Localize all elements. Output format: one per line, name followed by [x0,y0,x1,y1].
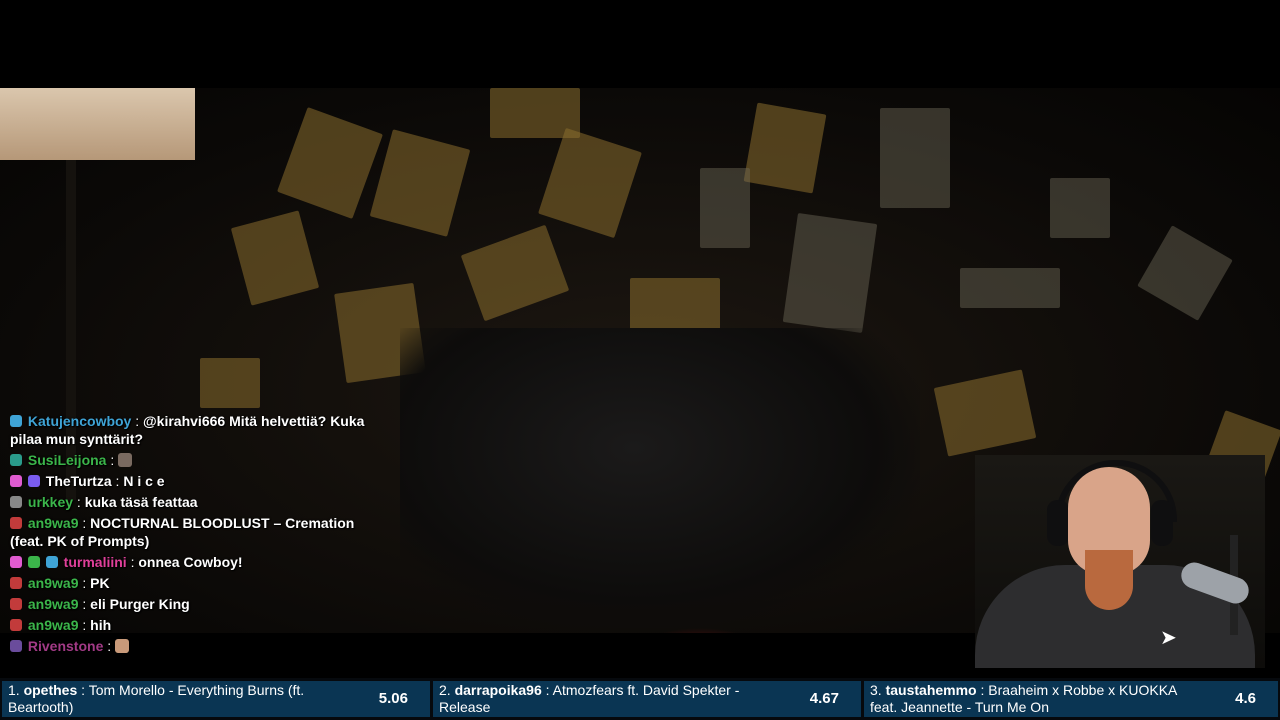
video-detail [640,628,760,633]
chat-message: TheTurtza : N i c e [0,472,380,490]
video-figure [400,328,920,628]
chat-text: kuka täsä feattaa [84,494,198,510]
badge-icon [10,598,22,610]
wall-note [782,212,878,334]
chat-message: urkkey : kuka täsä feattaa [0,493,380,511]
request-score: 5.06 [378,690,408,707]
chat-username: an9wa9 [27,515,79,531]
request-score: 4.67 [809,690,839,707]
wall-note [933,369,1037,457]
webcam-overlay: ➤ [975,455,1265,668]
chat-username: urkkey [27,494,74,510]
wall-note [490,88,580,138]
wall-note [1137,225,1233,321]
chat-username: an9wa9 [27,617,79,633]
chat-username: an9wa9 [27,575,79,591]
wall-note [200,358,260,408]
chat-text: N i c e [123,473,165,489]
badge-icon [10,496,22,508]
wall-note [880,108,950,208]
wall-note [277,107,383,219]
emote-icon [115,639,130,653]
chat-username: an9wa9 [27,596,79,612]
chat-username: Rivenstone [27,638,104,654]
crown-badge-icon [45,556,58,568]
request-user: darrapoika96 [454,682,542,698]
wall-note [369,129,471,237]
badge-icon [27,475,40,487]
wall-note [700,168,750,248]
streamer-beard [1085,550,1133,610]
chat-text: onnea Cowboy! [138,554,243,570]
chat-message: an9wa9 : NOCTURNAL BLOODLUST – Cremation… [10,515,355,549]
chat-username: SusiLeijona [27,452,107,468]
request-user: taustahemmo [885,682,977,698]
song-request-1: 1. opethes : Tom Morello - Everything Bu… [2,681,430,717]
wall-note [1050,178,1110,238]
puma-icon: ➤ [1160,627,1177,649]
song-request-text: 2. darrapoika96 : Atmozfears ft. David S… [439,682,740,715]
wall-note [230,210,320,306]
headphone-cup [1047,500,1069,546]
chat-message: SusiLeijona : [0,451,380,469]
chat-message: an9wa9 : PK [0,574,380,592]
headphone-cup [1151,500,1173,546]
request-rank: 2. [439,682,451,698]
badge-icon [10,517,22,529]
lamp [0,88,195,160]
song-request-text: 3. taustahemmo : Braaheim x Robbe x KUOK… [870,682,1177,715]
badge-icon [10,415,22,427]
song-request-2: 2. darrapoika96 : Atmozfears ft. David S… [433,681,861,717]
song-request-3: 3. taustahemmo : Braaheim x Robbe x KUOK… [864,681,1278,717]
chat-username: turmaliini [63,554,127,570]
request-score: 4.6 [1235,690,1256,707]
wall-note [960,268,1060,308]
chat-text: PK [90,575,110,591]
song-request-text: 1. opethes : Tom Morello - Everything Bu… [8,682,305,715]
emote-icon [118,453,133,467]
chat-username: Katujencowboy [27,413,132,429]
chat-text: hih [90,617,112,633]
chat-message: Katujencowboy : @kirahvi666 Mitä helvett… [10,413,365,447]
heart-badge-icon [10,556,22,568]
chat-text: eli Purger King [90,596,190,612]
badge-icon [10,619,22,631]
wall-note [538,127,642,239]
chat-overlay: Katujencowboy : @kirahvi666 Mitä helvett… [0,412,380,658]
chat-message: turmaliini : onnea Cowboy! [0,553,380,571]
badge-icon [27,556,40,568]
request-rank: 3. [870,682,882,698]
chat-username: TheTurtza [45,473,112,489]
badge-icon [10,577,22,589]
chat-message: an9wa9 : eli Purger King [0,595,380,613]
heart-badge-icon [10,475,22,487]
badge-icon [10,640,22,652]
chat-message: an9wa9 : hih [0,616,380,634]
wall-note [460,224,570,322]
request-rank: 1. [8,682,20,698]
chat-message: Rivenstone : [0,637,380,655]
request-user: opethes [23,682,78,698]
badge-icon [10,454,22,466]
wall-note [743,102,827,194]
